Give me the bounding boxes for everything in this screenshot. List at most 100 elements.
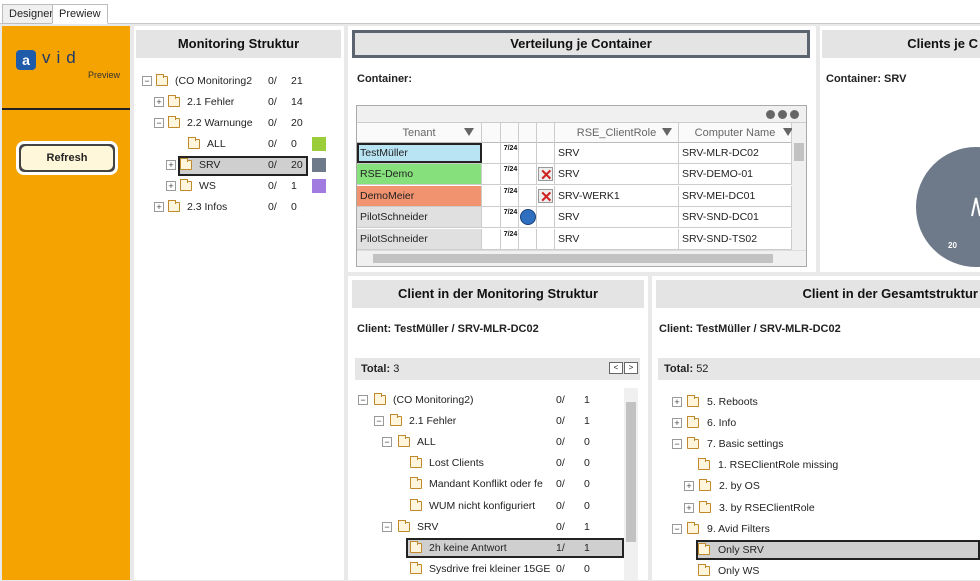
tree-item-label: ALL [417, 436, 436, 449]
folder-icon [687, 437, 699, 450]
tenant-cell[interactable]: TestMüller [357, 143, 482, 163]
role-cell[interactable]: SRV [555, 228, 679, 249]
tree-item[interactable]: +2. by OS [652, 478, 978, 496]
filter-icon[interactable] [464, 128, 474, 136]
scroll-thumb[interactable] [794, 143, 804, 161]
tree-item[interactable]: − (CO Monitoring2) 0/1 [348, 392, 622, 410]
tree-item-label: 9. Avid Filters [707, 522, 770, 535]
collapse-icon[interactable]: − [672, 523, 682, 534]
role-cell[interactable]: SRV-WERK1 [555, 185, 679, 206]
tree-item[interactable]: +2.1 Fehler 0/14 [134, 94, 339, 112]
folder-icon [699, 500, 711, 513]
expand-icon[interactable]: + [154, 202, 164, 212]
tenant-cell[interactable]: PilotSchneider [357, 228, 482, 249]
collapse-icon[interactable]: − [382, 437, 392, 448]
expand-icon[interactable]: + [672, 418, 682, 429]
collapse-icon[interactable]: − [358, 395, 368, 405]
tree-item[interactable]: − 9. Avid Filters [652, 521, 978, 539]
table-row[interactable]: DemoMeier7/24SRV-WERK1SRV-MEI-DC01 [357, 185, 806, 207]
tree-item[interactable]: − (CO Monitoring2 0/21 [134, 73, 339, 91]
tree-item[interactable]: 2h keine Antwort 1/1 [348, 540, 622, 558]
tree-item[interactable]: WUM nicht konfiguriert 0/0 [348, 498, 622, 516]
tree-item-label: WS [199, 180, 216, 192]
expand-icon[interactable]: + [684, 481, 694, 492]
expand-icon[interactable]: + [166, 160, 176, 170]
expand-icon[interactable]: + [166, 181, 176, 191]
tree-item[interactable]: Sysdrive frei kleiner 15GE 0/0 [348, 561, 622, 579]
tree-item[interactable]: − ALL 0/0 [348, 434, 622, 452]
tree-item[interactable]: Lost Clients 0/0 [348, 455, 622, 473]
tree-item[interactable]: − SRV 0/1 [348, 519, 622, 537]
role-cell[interactable]: SRV [555, 207, 679, 228]
tree-item-count: 0/ [268, 75, 277, 87]
column-header-tenant-label: Tenant [402, 127, 436, 139]
tenant-cell[interactable]: DemoMeier [357, 185, 482, 206]
icon-cell [537, 228, 555, 249]
computer-cell[interactable]: SRV-MEI-DC01 [679, 185, 792, 206]
collapse-icon[interactable]: − [382, 521, 392, 532]
tree-item[interactable]: +3. by RSEClientRole [652, 500, 978, 518]
table-row[interactable]: TestMüller 7/24 SRV SRV-MLR-DC02 [357, 143, 806, 164]
grid-horizontal-scrollbar[interactable] [357, 250, 806, 266]
column-header-computer[interactable]: Computer Name [679, 123, 793, 143]
tree-item[interactable]: 1. RSEClientRole missing [652, 457, 978, 475]
role-cell[interactable]: SRV [555, 143, 679, 163]
prev-button[interactable]: < [609, 362, 623, 374]
collapse-icon[interactable]: − [142, 76, 152, 86]
client-monitoring-scrollbar[interactable] [624, 388, 638, 580]
tree-item-label: 1. RSEClientRole missing [718, 459, 839, 472]
menu-dot-icon[interactable] [778, 110, 787, 119]
sidebar-divider [2, 108, 130, 110]
table-row[interactable]: RSE-Demo7/24SRVSRV-DEMO-01 [357, 164, 806, 186]
expand-icon[interactable]: + [154, 97, 164, 107]
tree-item[interactable]: − 2.1 Fehler 0/1 [348, 413, 622, 431]
tree-item[interactable]: +2.3 Infos 0/0 [134, 199, 339, 217]
tree-item-total: 0 [584, 436, 590, 449]
table-row[interactable]: PilotSchneider 7/24 SRV SRV-SND-TS02 [357, 228, 806, 250]
icon-cell [519, 164, 537, 185]
menu-dot-icon[interactable] [790, 110, 799, 119]
tree-item[interactable]: − 7. Basic settings [652, 436, 978, 454]
scroll-thumb[interactable] [626, 402, 636, 542]
expand-icon[interactable]: + [684, 502, 694, 513]
column-header-role[interactable]: RSE_ClientRole [555, 123, 679, 143]
tenant-cell[interactable]: PilotSchneider [357, 207, 482, 228]
tree-item[interactable]: Only SRV [652, 542, 978, 560]
role-cell[interactable]: SRV [555, 164, 679, 185]
expand-icon[interactable]: + [672, 397, 682, 407]
column-header-role-label: RSE_ClientRole [576, 127, 657, 139]
tree-item-count: 0/ [268, 159, 277, 171]
grid-vertical-scrollbar[interactable] [792, 123, 806, 250]
computer-cell[interactable]: SRV-SND-DC01 [679, 207, 792, 228]
tree-item[interactable]: +6. Info [652, 415, 978, 433]
tenant-cell[interactable]: RSE-Demo [357, 164, 482, 185]
tree-item-label: Mandant Konflikt oder fe [429, 478, 543, 491]
tree-item[interactable]: + SRV 0/20 [134, 157, 339, 175]
collapse-icon[interactable]: − [154, 118, 164, 128]
tree-item-total: 14 [291, 96, 303, 108]
filter-icon[interactable] [662, 128, 672, 136]
tree-item[interactable]: +5. Reboots [652, 394, 978, 412]
next-button[interactable]: > [624, 362, 638, 374]
total-label: Total: [361, 363, 391, 375]
computer-cell[interactable]: SRV-DEMO-01 [679, 164, 792, 185]
collapse-icon[interactable]: − [672, 439, 682, 450]
tree-item-label: (CO Monitoring2 [175, 75, 253, 87]
tree-item[interactable]: + WS 0/1 [134, 178, 339, 196]
tree-item[interactable]: − 2.2 Warnunge 0/20 [134, 115, 339, 133]
table-row[interactable]: PilotSchneider 7/24 SRV SRV-SND-DC01 [357, 207, 806, 229]
scroll-thumb[interactable] [373, 254, 773, 263]
tree-item[interactable]: ALL 0/0 [134, 136, 339, 154]
tree-item-label: 2h keine Antwort [429, 541, 507, 554]
refresh-button[interactable]: Refresh [16, 141, 118, 175]
tab-preview[interactable]: Prewiew [52, 4, 108, 24]
computer-cell[interactable]: SRV-SND-TS02 [679, 228, 792, 249]
collapse-icon[interactable]: − [374, 416, 384, 427]
menu-dot-icon[interactable] [766, 110, 775, 119]
computer-cell[interactable]: SRV-MLR-DC02 [679, 143, 792, 163]
column-header-tenant[interactable]: Tenant [357, 123, 482, 143]
icon-cell [501, 185, 519, 206]
tree-item-label: 2.2 Warnunge [187, 117, 253, 129]
tree-item[interactable]: Mandant Konflikt oder fe 0/0 [348, 476, 622, 494]
tree-item[interactable]: Only WS [652, 563, 978, 581]
